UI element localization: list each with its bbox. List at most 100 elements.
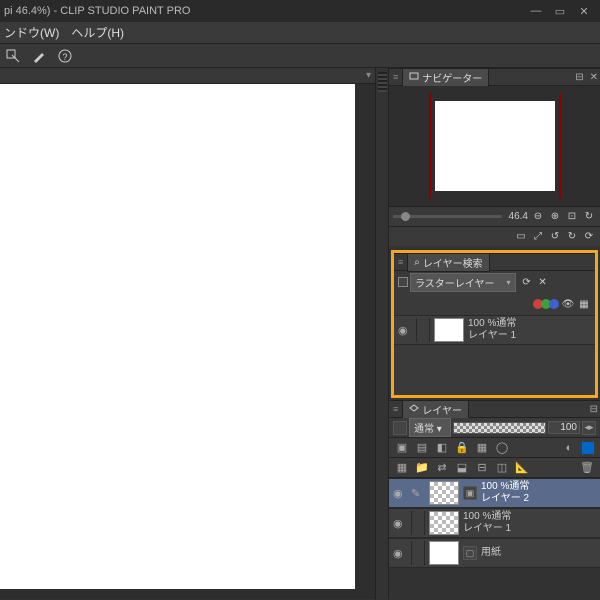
layer-opacity-text: 100 %通常 — [463, 511, 511, 523]
chevron-down-icon: ▾ — [507, 278, 511, 287]
window-title: pi 46.4%) - CLIP STUDIO PAINT PRO — [4, 5, 524, 17]
blend-mode-icon[interactable] — [393, 421, 407, 435]
layer-row-1[interactable]: ◉ 100 %通常 レイヤー 1 — [389, 508, 600, 538]
layer-name: レイヤー 1 — [463, 523, 511, 535]
menu-help[interactable]: ヘルプ(H) — [71, 24, 124, 41]
new-folder-icon[interactable]: 📁 — [415, 461, 429, 474]
layer-panel-header: ≡ レイヤー ⊟ — [389, 400, 600, 418]
alpha-lock-icon[interactable]: ▦ — [475, 441, 489, 454]
layer-type-value: ラスターレイヤー — [415, 275, 495, 290]
search-empty-area — [394, 345, 595, 395]
help-icon[interactable]: ? — [56, 47, 74, 65]
new-layer-icon[interactable]: ▦ — [395, 461, 409, 474]
search-refresh-icon[interactable]: ⟳ — [520, 275, 534, 289]
layer-row-2[interactable]: ◉ ✎ ▣ 100 %通常 レイヤー 2 — [389, 478, 600, 508]
opacity-slider[interactable] — [453, 422, 546, 434]
opacity-stepper[interactable]: ◂▸ — [582, 421, 596, 435]
rotate-icon[interactable]: ↻ — [582, 210, 596, 224]
layer-badge-icon: ▣ — [463, 486, 477, 500]
visibility-icon[interactable]: ◉ — [398, 324, 412, 337]
fit-icon[interactable]: ⊡ — [565, 210, 579, 224]
search-title: レイヤー検索 — [423, 255, 483, 270]
navigator-label: ナビゲーター — [422, 70, 482, 85]
clip-icon[interactable]: ▣ — [395, 441, 409, 454]
zoom-in-icon[interactable]: ⊕ — [548, 210, 562, 224]
search-clear-icon[interactable]: ✕ — [536, 275, 550, 289]
navigator-header: ≡ ナビゲーター ⊟ ✕ — [389, 68, 600, 86]
search-tab[interactable]: ⌕ レイヤー検索 — [407, 253, 489, 272]
ruler-icon[interactable]: 📐 — [515, 461, 529, 474]
search-icon: ⌕ — [414, 257, 420, 268]
maximize-icon[interactable]: ▭ — [548, 5, 572, 18]
visibility-icon[interactable]: ◉ — [393, 487, 407, 500]
zoom-value: 46.4 — [509, 211, 528, 222]
search-result-layer[interactable]: ◉ 100 %通常 レイヤー 1 — [394, 315, 595, 345]
layer-row-paper[interactable]: ◉ ▢ 用紙 — [389, 538, 600, 568]
opacity-value[interactable]: 100 — [548, 421, 580, 434]
panel-collapse-icon[interactable]: ⊟ — [575, 72, 583, 83]
navigator-icon — [409, 72, 419, 82]
ref-icon[interactable]: ▤ — [415, 441, 429, 454]
pen-icon[interactable] — [30, 47, 48, 65]
nav-btn-d[interactable]: ↻ — [565, 230, 579, 244]
menu-window[interactable]: ンドウ(W) — [4, 24, 59, 41]
layer-tools-row-2: ▦ 📁 ⇄ ⬓ ⊟ ◫ 📐 🗑 — [389, 458, 600, 478]
nav-btn-b[interactable]: ⤢ — [531, 230, 545, 244]
tool-icon-1[interactable] — [4, 47, 22, 65]
title-bar: pi 46.4%) - CLIP STUDIO PAINT PRO — ▭ ✕ — [0, 0, 600, 22]
svg-text:?: ? — [62, 52, 67, 62]
close-icon[interactable]: ✕ — [572, 5, 596, 18]
navigator-footer-2: ▭ ⤢ ↺ ↻ ⟳ — [389, 226, 600, 246]
layer-thumbnail — [429, 511, 459, 535]
mask-add-icon[interactable]: ◫ — [495, 461, 509, 474]
layer-name: レイヤー 2 — [481, 493, 529, 505]
color-filter-icon[interactable] — [533, 299, 559, 309]
navigator-tab[interactable]: ナビゲーター — [402, 68, 489, 87]
panel-menu-icon[interactable]: ≡ — [393, 404, 398, 414]
merge-icon[interactable]: ⬓ — [455, 461, 469, 474]
layer-type-select[interactable]: ラスターレイヤー ▾ — [410, 273, 516, 292]
outline-icon[interactable]: ◯ — [495, 441, 509, 454]
mask-icon[interactable]: ◧ — [435, 441, 449, 454]
panel-close-icon[interactable]: ✕ — [590, 72, 598, 83]
navigator-thumbnail[interactable] — [435, 101, 555, 191]
zoom-slider[interactable] — [393, 215, 502, 218]
eye-filter-icon[interactable]: 👁 — [561, 297, 575, 311]
visibility-icon[interactable]: ◉ — [393, 547, 407, 560]
filter-checkbox[interactable] — [398, 277, 408, 287]
panel-menu-icon[interactable]: ≡ — [393, 72, 398, 82]
zoom-out-icon[interactable]: ⊖ — [531, 210, 545, 224]
edit-pen-icon: ✎ — [411, 487, 425, 500]
nav-btn-a[interactable]: ▭ — [514, 230, 528, 244]
panel-collapse-icon[interactable]: ⊟ — [590, 404, 598, 415]
visibility-icon[interactable]: ◉ — [393, 517, 407, 530]
tab-chevron-icon[interactable]: ▾ — [366, 70, 371, 81]
layer-tab[interactable]: レイヤー — [402, 400, 469, 419]
nav-btn-e[interactable]: ⟳ — [582, 230, 596, 244]
minimize-icon[interactable]: — — [524, 5, 548, 17]
blend-mode-select[interactable]: 通常 ▾ — [409, 418, 451, 437]
layer-slot — [411, 511, 425, 535]
combine-icon[interactable]: ⊟ — [475, 461, 489, 474]
transfer-icon[interactable]: ⇄ — [435, 461, 449, 474]
delete-layer-icon[interactable]: 🗑 — [580, 461, 594, 474]
lock-icon[interactable]: 🔒 — [455, 441, 469, 454]
panel-menu-icon[interactable]: ≡ — [398, 257, 403, 267]
layer-opacity-text: 100 %通常 — [481, 481, 529, 493]
navigator-footer: 46.4 ⊖ ⊕ ⊡ ↻ — [389, 206, 600, 226]
layer-panel-title: レイヤー — [422, 402, 462, 417]
color-swatch[interactable] — [582, 442, 594, 454]
canvas[interactable] — [0, 84, 355, 589]
panel-splitter[interactable] — [375, 68, 389, 599]
navigator-body[interactable] — [389, 86, 600, 206]
layer-tools-row-1: ▣ ▤ ◧ 🔒 ▦ ◯ ◐ — [389, 438, 600, 458]
layer-search-panel: ≡ ⌕ レイヤー検索 ラスターレイヤー ▾ ⟳ ✕ — [391, 250, 598, 398]
layer-thumbnail — [434, 318, 464, 342]
layer-slot — [411, 541, 425, 565]
layer-slot — [416, 318, 430, 342]
paper-badge-icon: ▢ — [463, 546, 477, 560]
fx-icon[interactable]: ◐ — [562, 442, 576, 454]
toolbar: ? — [0, 44, 600, 68]
lock-filter-icon[interactable]: ▦ — [577, 297, 591, 311]
nav-btn-c[interactable]: ↺ — [548, 230, 562, 244]
